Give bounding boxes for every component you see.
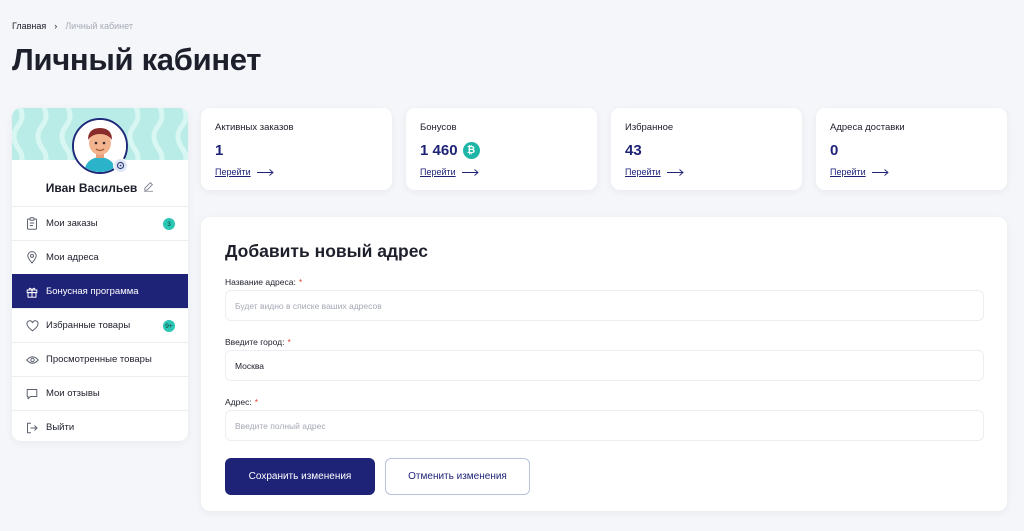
stat-card-favorites: Избранное 43 Перейти [611, 108, 802, 190]
sidebar-item-label: Выйти [46, 422, 75, 433]
stat-link[interactable]: Перейти [215, 167, 378, 177]
sidebar-item-addresses[interactable]: Мои адреса [12, 240, 188, 274]
arrow-right-icon [871, 168, 889, 176]
stat-value: 0 [830, 141, 993, 159]
stat-link[interactable]: Перейти [625, 167, 788, 177]
stat-label: Бонусов [420, 122, 457, 133]
address-name-input[interactable] [225, 290, 984, 321]
change-avatar-icon[interactable] [113, 158, 128, 173]
sidebar-item-reviews[interactable]: Мои отзывы [12, 376, 188, 410]
stat-label: Избранное [625, 122, 674, 133]
logout-icon [25, 421, 39, 435]
stat-value: 1 460 ₿ [420, 141, 583, 159]
stat-link[interactable]: Перейти [420, 167, 583, 177]
required-mark: * [254, 397, 259, 407]
required-mark: * [287, 337, 291, 347]
full-address-input[interactable] [225, 410, 984, 441]
required-mark: * [298, 277, 303, 287]
location-pin-icon [25, 251, 39, 265]
breadcrumb-home-link[interactable]: Главная [12, 21, 46, 31]
sidebar-item-logout[interactable]: Выйти [12, 410, 188, 441]
stat-value-text: 43 [625, 141, 642, 159]
sidebar-item-favorites[interactable]: Избранные товары 9+ [12, 308, 188, 342]
stat-value-text: 1 460 [420, 141, 458, 159]
sidebar-item-label: Мои отзывы [46, 388, 100, 399]
breadcrumb: Главная › Личный кабинет [12, 21, 133, 31]
stat-link-label: Перейти [830, 167, 866, 177]
stat-link-label: Перейти [420, 167, 456, 177]
gift-icon [25, 285, 39, 299]
stat-label: Активных заказов [215, 122, 294, 133]
arrow-right-icon [666, 168, 684, 176]
heart-icon [25, 319, 39, 333]
profile-name-row: Иван Васильев [12, 179, 188, 197]
stat-label: Адреса доставки [830, 122, 905, 133]
clipboard-icon [25, 217, 39, 231]
address-name-label: Название адреса: * [225, 277, 302, 287]
stat-card-delivery-addresses: Адреса доставки 0 Перейти [816, 108, 1007, 190]
stat-link-label: Перейти [625, 167, 661, 177]
stat-card-bonuses: Бонусов 1 460 ₿ Перейти [406, 108, 597, 190]
user-name: Иван Васильев [45, 181, 138, 195]
eye-icon [25, 353, 39, 367]
sidebar-item-viewed[interactable]: Просмотренные товары [12, 342, 188, 376]
bonus-coin-icon: ₿ [462, 141, 480, 159]
stat-value: 43 [625, 141, 788, 159]
orders-count-badge: 3 [163, 218, 175, 230]
page-title: Личный кабинет [12, 42, 262, 77]
field-label-text: Введите город: [225, 337, 285, 347]
field-label-text: Название адреса: [225, 277, 296, 287]
profile-sidebar: Иван Васильев Мои заказы 3 Мои адреса Бо… [12, 108, 188, 441]
profile-menu: Мои заказы 3 Мои адреса Бонусная програм… [12, 206, 188, 441]
city-input[interactable] [225, 350, 984, 381]
cancel-button[interactable]: Отменить изменения [385, 458, 530, 495]
form-title: Добавить новый адрес [225, 241, 428, 261]
stat-value: 1 [215, 141, 378, 159]
stat-value-text: 0 [830, 141, 839, 159]
add-address-form: Добавить новый адрес Название адреса:* В… [201, 217, 1007, 511]
sidebar-item-label: Избранные товары [46, 320, 131, 331]
stat-value-text: 1 [215, 141, 224, 159]
chat-icon [25, 387, 39, 401]
arrow-right-icon [461, 168, 479, 176]
stat-link[interactable]: Перейти [830, 167, 993, 177]
sidebar-item-label: Бонусная программа [46, 286, 139, 297]
stat-card-active-orders: Активных заказов 1 Перейти [201, 108, 392, 190]
chevron-right-icon: › [54, 21, 58, 31]
edit-icon[interactable] [143, 179, 154, 197]
breadcrumb-current: Личный кабинет [65, 21, 133, 31]
sidebar-item-label: Просмотренные товары [46, 354, 152, 365]
sidebar-item-label: Мои заказы [46, 218, 98, 229]
sidebar-item-label: Мои адреса [46, 252, 99, 263]
city-label: Введите город: * [225, 337, 291, 347]
arrow-right-icon [256, 168, 274, 176]
sidebar-item-orders[interactable]: Мои заказы 3 [12, 206, 188, 240]
favorites-count-badge: 9+ [163, 320, 175, 332]
save-button[interactable]: Сохранить изменения [225, 458, 375, 495]
stat-link-label: Перейти [215, 167, 251, 177]
address-label: Адрес: * [225, 397, 258, 407]
field-label-text: Адрес: [225, 397, 252, 407]
sidebar-item-bonus-program[interactable]: Бонусная программа [12, 274, 188, 308]
